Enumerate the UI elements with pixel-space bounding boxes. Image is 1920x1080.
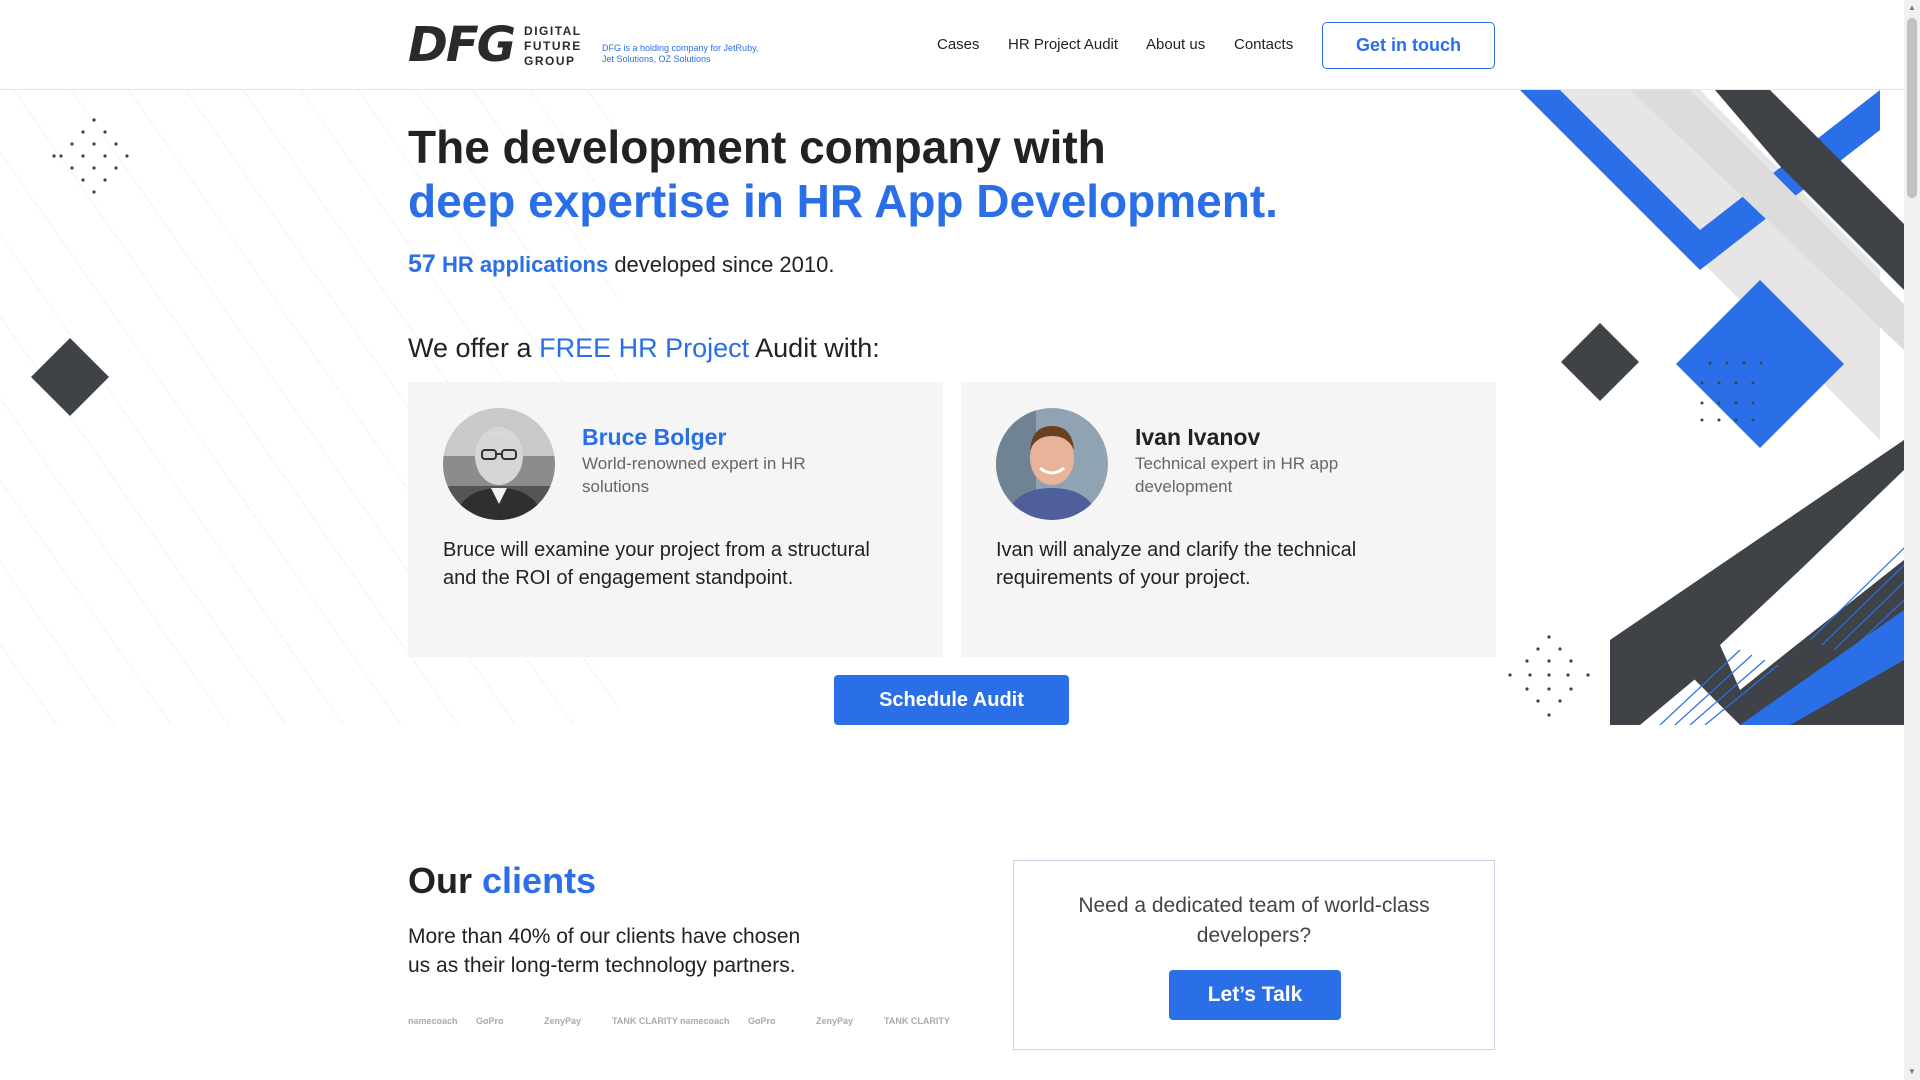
expert-role: World-renowned expert in HR solutions	[582, 454, 806, 496]
logo-word: GROUP	[524, 54, 576, 68]
nav-contacts[interactable]: Contacts	[1234, 36, 1293, 53]
clients-title: Our clients	[408, 860, 596, 902]
dedicated-team-box: Need a dedicated team of world-class dev…	[1013, 860, 1495, 1050]
client-logo: GoPro	[748, 1016, 776, 1026]
logo-word: DIGITAL	[524, 24, 582, 38]
nav-hr-project-audit[interactable]: HR Project Audit	[1008, 36, 1118, 53]
nav-cases[interactable]: Cases	[937, 36, 980, 53]
clients-title-prefix: Our	[408, 860, 473, 901]
dedicated-team-question: Need a dedicated team of world-class dev…	[1078, 894, 1430, 947]
nav-about-us[interactable]: About us	[1146, 36, 1205, 53]
clients-title-highlight: clients	[482, 860, 597, 901]
audit-offer: We offer a FREE HR Project Audit with:	[408, 333, 880, 364]
client-logo: namecoach	[408, 1016, 458, 1026]
hero-heading: The development company with deep expert…	[408, 120, 1278, 228]
scroll-down-icon[interactable]: ▼	[1904, 1064, 1920, 1080]
avatar-ivan-ivanov	[996, 408, 1108, 520]
client-logo: ZenyPay	[816, 1016, 854, 1026]
lets-talk-button[interactable]: Let’s Talk	[1169, 970, 1341, 1020]
client-logo: GoPro	[476, 1016, 504, 1026]
scroll-up-icon[interactable]: ▲	[1904, 0, 1920, 16]
expert-description: Bruce will examine your project from a s…	[443, 539, 870, 589]
hero-stat: 57 HR applications developed since 2010.	[408, 250, 834, 279]
client-logo: ZenyPay	[544, 1016, 582, 1026]
client-logo: TANK CLARITY	[612, 1016, 678, 1026]
stat-number: 57	[408, 250, 436, 278]
page-scrollbar[interactable]: ▲ ▼	[1904, 0, 1920, 1080]
expert-name: Ivan Ivanov	[1135, 424, 1261, 450]
expert-description: Ivan will analyze and clarify the techni…	[996, 539, 1357, 589]
dfg-logo[interactable]: DFG DIGITAL FUTURE GROUP	[408, 17, 582, 73]
get-in-touch-button[interactable]: Get in touch	[1322, 22, 1495, 69]
schedule-audit-button[interactable]: Schedule Audit	[834, 675, 1069, 725]
hero-title-line1: The development company with	[408, 121, 1106, 173]
expert-card-ivan: Ivan Ivanov Technical expert in HR app d…	[961, 382, 1496, 657]
offer-suffix: Audit with:	[755, 333, 880, 363]
site-header: DFG DIGITAL FUTURE GROUP DFG is a holdin…	[0, 0, 1904, 90]
expert-name: Bruce Bolger	[582, 424, 727, 450]
expert-card-bruce: Bruce Bolger World-renowned expert in HR…	[408, 382, 943, 657]
client-logo: namecoach	[680, 1016, 730, 1026]
offer-prefix: We offer a	[408, 333, 532, 363]
offer-highlight: FREE HR Project	[539, 333, 750, 363]
scrollbar-thumb[interactable]	[1907, 18, 1917, 198]
logo-mark: DFG	[408, 17, 516, 73]
avatar-bruce-bolger	[443, 408, 555, 520]
clients-description: More than 40% of our clients have chosen…	[408, 925, 801, 977]
expert-role: Technical expert in HR app development	[1135, 454, 1339, 496]
client-logos: namecoach GoPro ZenyPay TANK CLARITY nam…	[408, 1016, 952, 1026]
logo-tagline: DFG is a holding company for JetRuby, Je…	[602, 43, 759, 64]
client-logo: TANK CLARITY	[884, 1016, 950, 1026]
stat-highlight: HR applications	[441, 252, 609, 277]
hero-title-line2: deep expertise in HR App Development.	[408, 175, 1278, 227]
stat-rest: developed since 2010.	[614, 252, 835, 277]
logo-words: DIGITAL FUTURE GROUP	[524, 24, 582, 69]
logo-word: FUTURE	[524, 39, 582, 53]
